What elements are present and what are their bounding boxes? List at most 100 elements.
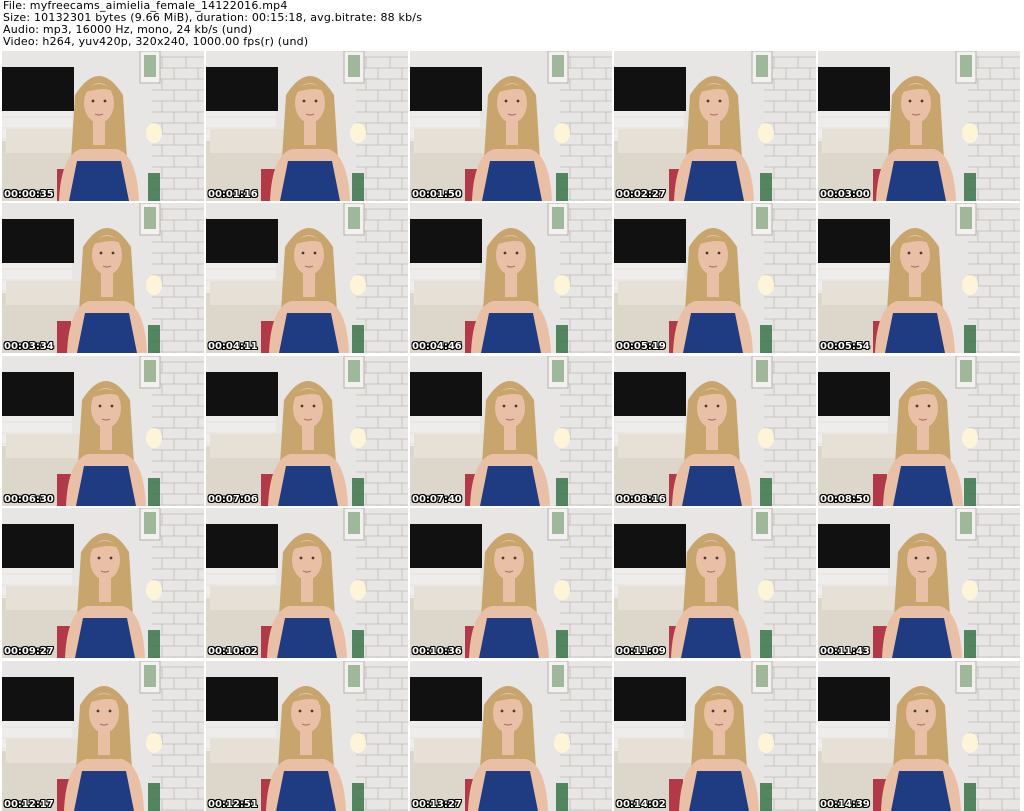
tv-screen	[2, 372, 74, 416]
webcam-frame	[614, 203, 816, 353]
video-thumbnail: 00:07:40	[410, 356, 612, 506]
webcam-frame	[818, 203, 1020, 353]
video-thumbnail: 00:04:46	[410, 203, 612, 353]
video-thumbnail: 00:11:09	[614, 508, 816, 658]
video-thumbnail: 00:08:50	[818, 356, 1020, 506]
tv-screen	[818, 677, 890, 721]
video-thumbnail: 00:14:02	[614, 661, 816, 811]
timestamp-label: 00:05:19	[616, 341, 666, 352]
webcam-frame	[818, 508, 1020, 658]
timestamp-label: 00:12:17	[4, 799, 54, 810]
timestamp-label: 00:04:46	[412, 341, 462, 352]
webcam-frame	[206, 203, 408, 353]
webcam-frame	[2, 51, 204, 201]
tv-screen	[410, 219, 482, 263]
webcam-frame	[614, 508, 816, 658]
tv-screen	[614, 67, 686, 111]
timestamp-label: 00:01:16	[208, 189, 258, 200]
timestamp-label: 00:07:40	[412, 494, 462, 505]
timestamp-label: 00:12:51	[208, 799, 258, 810]
video-thumbnail: 00:05:19	[614, 203, 816, 353]
timestamp-label: 00:07:06	[208, 494, 258, 505]
tv-screen	[614, 372, 686, 416]
thumbnail-grid: 00:00:35 00:01:16 00:01:50 00:02:27 00:0…	[0, 50, 1024, 811]
webcam-frame	[410, 661, 612, 811]
tv-screen	[410, 677, 482, 721]
tv-screen	[206, 67, 278, 111]
timestamp-label: 00:04:11	[208, 341, 258, 352]
video-thumbnail: 00:02:27	[614, 51, 816, 201]
timestamp-label: 00:03:00	[820, 189, 870, 200]
video-info-line: Video: h264, yuv420p, 320x240, 1000.00 f…	[3, 35, 309, 48]
timestamp-label: 00:02:27	[616, 189, 666, 200]
video-thumbnail: 00:12:51	[206, 661, 408, 811]
webcam-frame	[410, 508, 612, 658]
timestamp-label: 00:09:27	[4, 646, 54, 657]
video-thumbnail: 00:01:16	[206, 51, 408, 201]
tv-screen	[206, 372, 278, 416]
timestamp-label: 00:00:35	[4, 189, 54, 200]
timestamp-label: 00:13:27	[412, 799, 462, 810]
video-thumbnail: 00:14:39	[818, 661, 1020, 811]
video-thumbnail: 00:13:27	[410, 661, 612, 811]
tv-screen	[2, 524, 74, 568]
video-thumbnail: 00:03:00	[818, 51, 1020, 201]
webcam-frame	[410, 203, 612, 353]
video-thumbnail: 00:12:17	[2, 661, 204, 811]
timestamp-label: 00:10:36	[412, 646, 462, 657]
tv-screen	[206, 219, 278, 263]
tv-screen	[614, 677, 686, 721]
webcam-frame	[614, 356, 816, 506]
video-thumbnail: 00:01:50	[410, 51, 612, 201]
webcam-frame	[818, 51, 1020, 201]
webcam-frame	[614, 661, 816, 811]
tv-screen	[614, 219, 686, 263]
tv-screen	[410, 372, 482, 416]
timestamp-label: 00:08:16	[616, 494, 666, 505]
timestamp-label: 00:06:30	[4, 494, 54, 505]
webcam-frame	[206, 661, 408, 811]
tv-screen	[614, 524, 686, 568]
tv-screen	[2, 67, 74, 111]
timestamp-label: 00:01:50	[412, 189, 462, 200]
video-thumbnail: 00:05:54	[818, 203, 1020, 353]
tv-screen	[2, 677, 74, 721]
video-thumbnail: 00:10:36	[410, 508, 612, 658]
video-thumbnail: 00:07:06	[206, 356, 408, 506]
webcam-frame	[206, 508, 408, 658]
video-thumbnail: 00:09:27	[2, 508, 204, 658]
webcam-frame	[2, 661, 204, 811]
tv-screen	[206, 677, 278, 721]
video-thumbnail: 00:04:11	[206, 203, 408, 353]
timestamp-label: 00:03:34	[4, 341, 54, 352]
tv-screen	[206, 524, 278, 568]
video-thumbnail: 00:11:43	[818, 508, 1020, 658]
timestamp-label: 00:14:39	[820, 799, 870, 810]
video-thumbnail: 00:00:35	[2, 51, 204, 201]
tv-screen	[818, 372, 890, 416]
webcam-frame	[818, 661, 1020, 811]
timestamp-label: 00:14:02	[616, 799, 666, 810]
webcam-frame	[410, 356, 612, 506]
webcam-frame	[614, 51, 816, 201]
webcam-frame	[206, 51, 408, 201]
timestamp-label: 00:11:43	[820, 646, 870, 657]
webcam-frame	[410, 51, 612, 201]
media-info-header: File: myfreecams_aimielia_female_1412201…	[3, 0, 1021, 48]
webcam-frame	[206, 356, 408, 506]
tv-screen	[818, 67, 890, 111]
video-thumbnail: 00:10:02	[206, 508, 408, 658]
tv-screen	[410, 524, 482, 568]
tv-screen	[2, 219, 74, 263]
video-thumbnail: 00:03:34	[2, 203, 204, 353]
webcam-frame	[818, 356, 1020, 506]
webcam-frame	[2, 508, 204, 658]
tv-screen	[410, 67, 482, 111]
tv-screen	[818, 524, 890, 568]
webcam-frame	[2, 356, 204, 506]
timestamp-label: 00:10:02	[208, 646, 258, 657]
webcam-frame	[2, 203, 204, 353]
tv-screen	[818, 219, 890, 263]
video-thumbnail: 00:08:16	[614, 356, 816, 506]
timestamp-label: 00:11:09	[616, 646, 666, 657]
